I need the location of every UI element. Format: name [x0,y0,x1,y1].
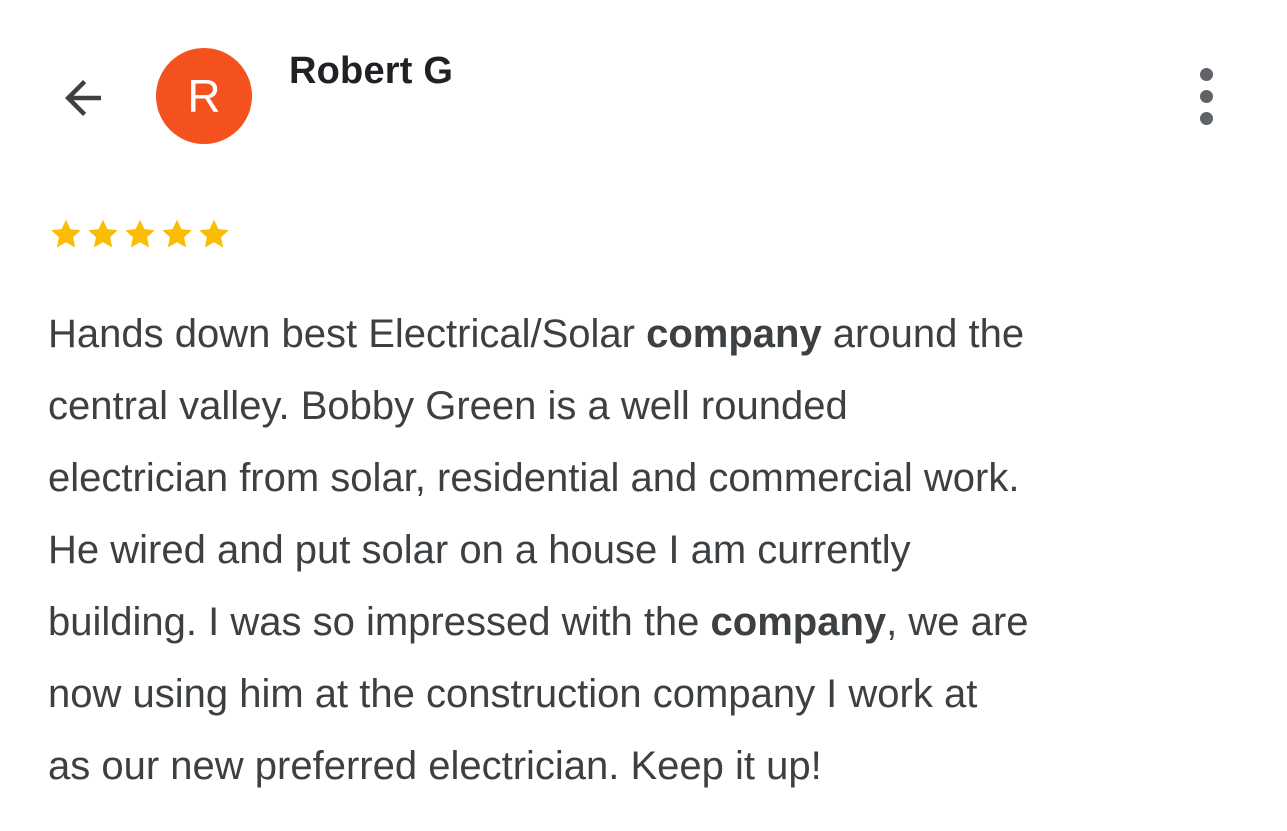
avatar-letter: R [187,70,221,122]
star-icon [88,219,118,248]
more-vert-icon-dot [1199,67,1213,81]
review-line: central valley. Bobby Green is a well ro… [48,370,1248,442]
more-vert-icon-dot [1199,111,1213,125]
review-line: as our new preferred electrician. Keep i… [48,730,1248,802]
star-icon [125,219,155,248]
review-segment: Hands down best Electrical/Solar [48,312,647,356]
review-segment: building. I was so impressed with the [48,600,711,644]
review-segment: now using him at the construction compan… [48,672,978,716]
review-segment: central valley. Bobby Green is a well ro… [48,384,848,428]
review-segment: as our new preferred electrician. Keep i… [48,744,822,788]
reviewer-name[interactable]: Robert G [289,50,453,93]
star-icon [51,219,81,248]
more-vert-icon-dot [1199,89,1213,103]
more-options-button[interactable] [1180,62,1232,130]
review-line: now using him at the construction compan… [48,658,1248,730]
star-icon [199,219,229,248]
review-highlight: company [646,312,822,356]
review-line: He wired and put solar on a house I am c… [48,514,1248,586]
review-highlight: company [710,600,887,644]
avatar[interactable]: R [156,48,252,144]
review-segment: He wired and put solar on a house I am c… [48,528,911,572]
review-segment: , we are [886,600,1029,644]
back-button[interactable] [52,68,114,128]
star-rating [48,216,232,252]
review-segment: around the [821,312,1025,356]
arrow-back-icon [65,80,101,116]
review-line: electrician from solar, residential and … [48,442,1248,514]
review-line: building. I was so impressed with the co… [48,586,1248,658]
review-text: Hands down best Electrical/Solar company… [48,298,1248,802]
review-line: Hands down best Electrical/Solar company… [48,298,1248,370]
star-icon [162,219,192,248]
review-segment: electrician from solar, residential and … [48,456,1020,500]
